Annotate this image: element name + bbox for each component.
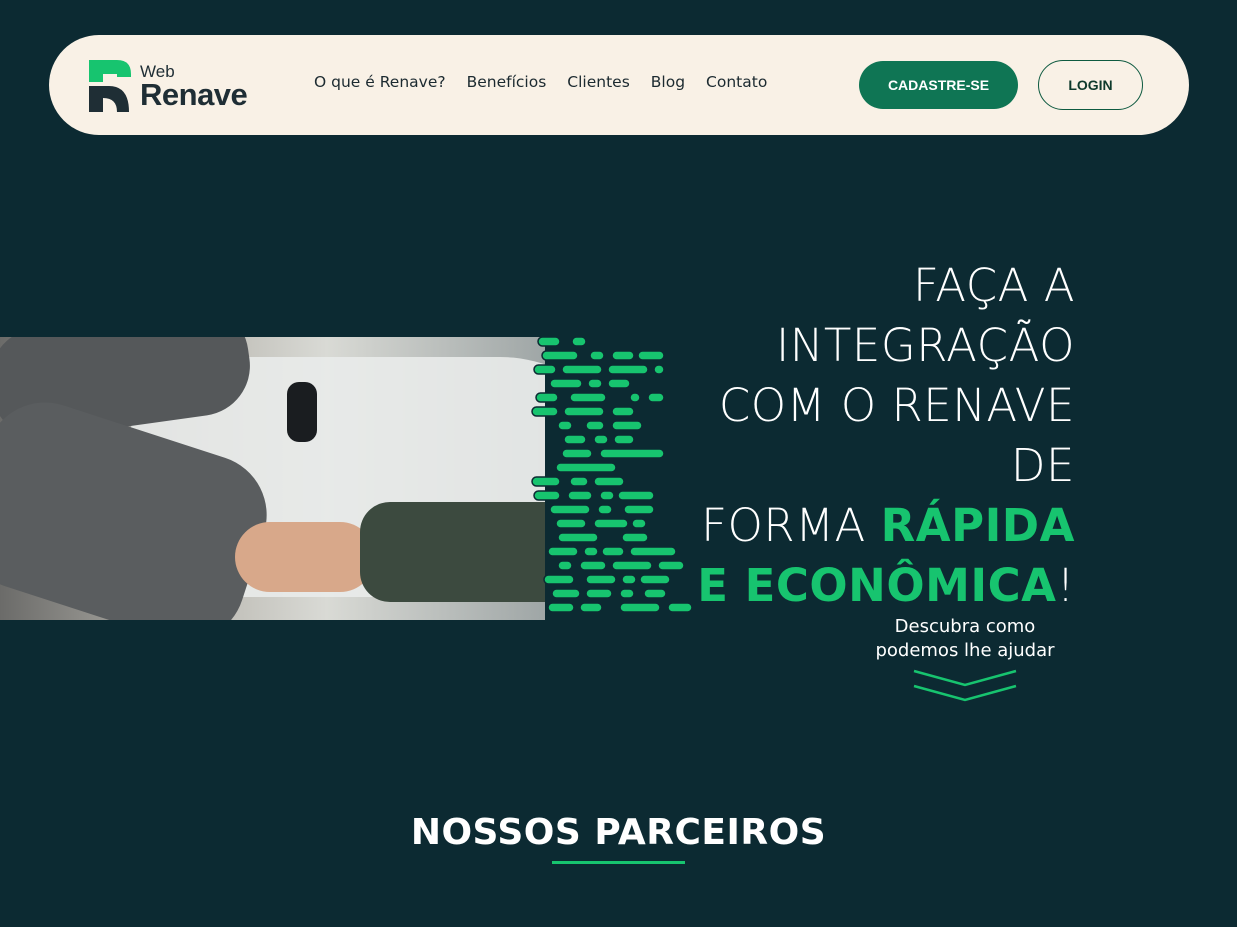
login-button[interactable]: LOGIN (1038, 60, 1143, 110)
hero-title-line: E ECONÔMICA! (655, 556, 1075, 616)
hero-title-line: DE (1010, 439, 1075, 492)
logo-text-big: Renave (140, 77, 248, 112)
nav-link-clients[interactable]: Clientes (567, 73, 629, 91)
chevron-down-icon[interactable] (912, 668, 1018, 704)
hero-handshake-image (0, 337, 545, 620)
nav-link-benefits[interactable]: Benefícios (467, 73, 547, 91)
handshake-shape (235, 522, 375, 592)
hero-cta-line: podemos lhe ajudar (875, 640, 1055, 661)
title-underline (552, 861, 685, 864)
arm-shape (360, 502, 545, 602)
car-key-icon (287, 382, 317, 442)
partners-section-title: NOSSOS PARCEIROS (410, 812, 827, 853)
hero-title-line: FAÇA A (912, 259, 1075, 312)
nav-link-blog[interactable]: Blog (651, 73, 685, 91)
main-nav: O que é Renave? Benefícios Clientes Blog… (314, 73, 788, 91)
hero-title-forma: FORMA (701, 499, 881, 552)
hero-cta-line: Descubra como (894, 616, 1036, 637)
nav-link-what-is-renave[interactable]: O que é Renave? (314, 73, 446, 91)
hero-title-line: INTEGRAÇÃO (776, 319, 1075, 372)
logo[interactable]: Web Renave (89, 60, 259, 112)
hero-title-rapida: RÁPIDA (880, 499, 1075, 552)
hero-title-line: COM O RENAVE (718, 379, 1075, 432)
hero-cta-text[interactable]: Descubra como podemos lhe ajudar (845, 615, 1085, 663)
navbar: Web Renave O que é Renave? Benefícios Cl… (49, 35, 1189, 135)
hero-title-line: FORMA RÁPIDA (655, 496, 1075, 556)
nav-link-contact[interactable]: Contato (706, 73, 767, 91)
logo-mark-icon (89, 60, 131, 112)
hero-title: FAÇA A INTEGRAÇÃO COM O RENAVE DE FORMA … (655, 256, 1075, 616)
hero-title-exclamation: ! (1056, 559, 1075, 612)
signup-button[interactable]: CADASTRE-SE (859, 61, 1018, 109)
hero-title-economica: E ECONÔMICA (697, 559, 1057, 612)
